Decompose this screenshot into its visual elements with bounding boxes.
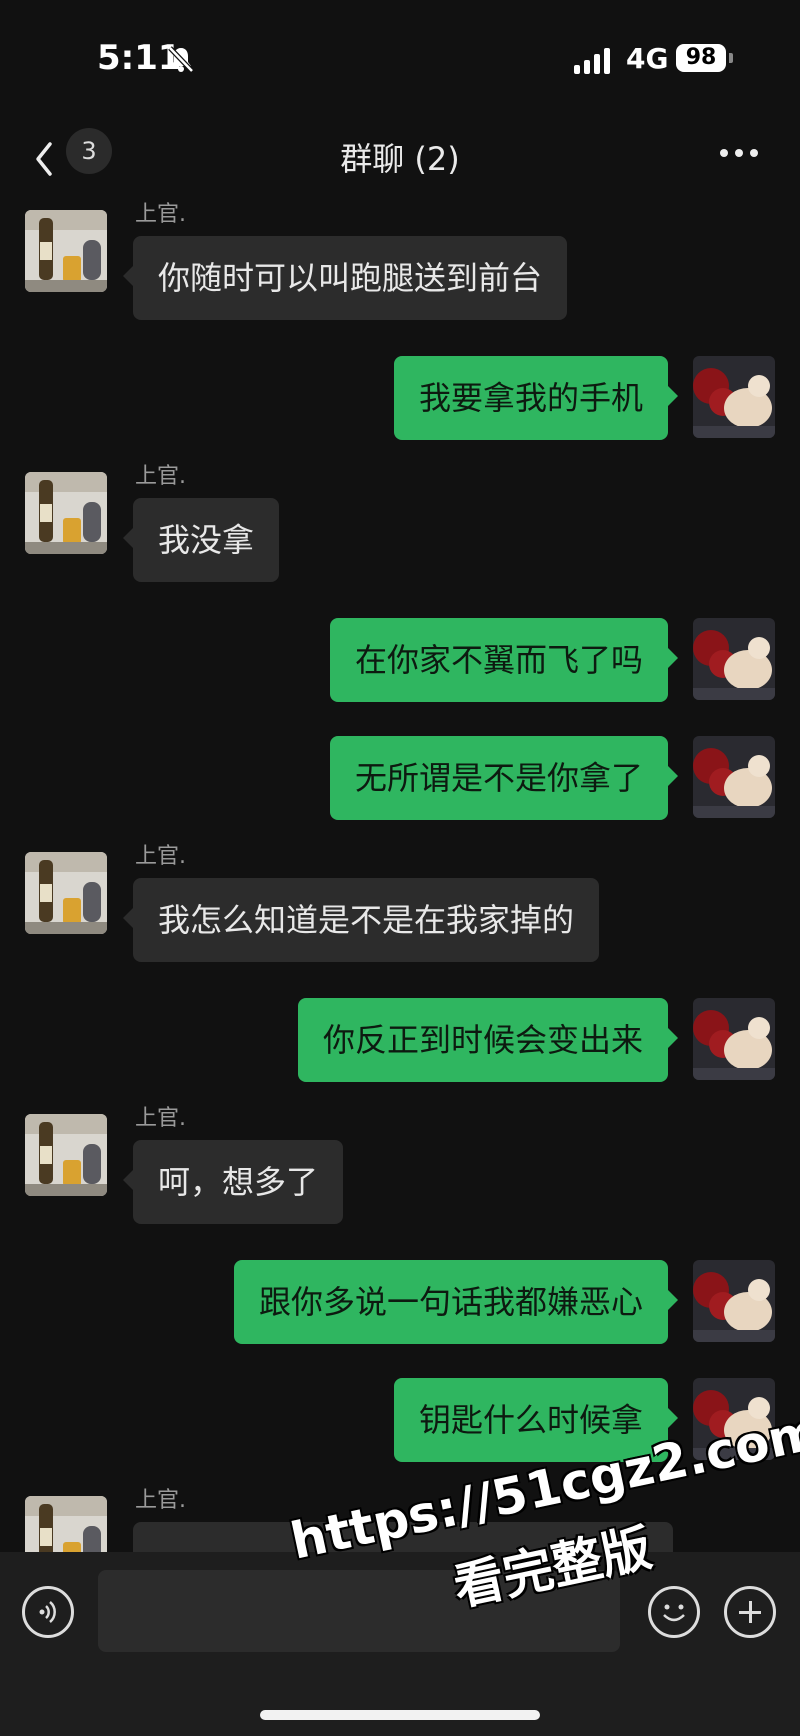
message-bubble-outgoing[interactable]: 无所谓是不是你拿了: [329, 736, 679, 820]
avatar-self[interactable]: [693, 998, 775, 1080]
sender-name: 上官.: [135, 202, 186, 227]
message-bubble-incoming[interactable]: 我没拿: [122, 498, 280, 582]
more-dots-icon[interactable]: [720, 138, 770, 168]
message-bubble-outgoing[interactable]: 我要拿我的手机: [393, 356, 679, 440]
message-bubble-incoming[interactable]: 我怎么知道是不是在我家掉的: [122, 878, 600, 962]
sender-name: 上官.: [135, 1488, 186, 1513]
sender-name: 上官.: [135, 1106, 186, 1131]
avatar-contact[interactable]: [25, 472, 107, 554]
chat-title: 群聊 (2): [340, 140, 460, 178]
message-bubble-incoming[interactable]: 呵，想多了: [122, 1140, 344, 1224]
avatar-self[interactable]: [693, 356, 775, 438]
avatar-contact[interactable]: [25, 1496, 107, 1552]
avatar-self[interactable]: [693, 736, 775, 818]
home-indicator: [260, 1710, 540, 1720]
avatar-self[interactable]: [693, 618, 775, 700]
avatar-contact[interactable]: [25, 1114, 107, 1196]
message-bubble-outgoing[interactable]: 你反正到时候会变出来: [297, 998, 679, 1082]
sender-name: 上官.: [135, 464, 186, 489]
voice-icon[interactable]: [22, 1586, 74, 1638]
avatar-contact[interactable]: [25, 210, 107, 292]
status-bar: 5:11 4G 98: [0, 0, 800, 120]
message-bubble-outgoing[interactable]: 跟你多说一句话我都嫌恶心: [233, 1260, 679, 1344]
battery-tip: [729, 53, 733, 63]
bell-slash-icon: [168, 46, 194, 73]
signal-icon: [574, 46, 610, 74]
message-list[interactable]: 上官. 你随时可以叫跑腿送到前台 我要拿我的手机 上官. 我没拿 在你家不翼而飞…: [0, 200, 800, 1552]
avatar-self[interactable]: [693, 1260, 775, 1342]
battery-indicator: 98: [676, 44, 726, 72]
network-label: 4G: [626, 42, 669, 75]
message-bubble-incoming[interactable]: 你随时可以叫跑腿送到前台: [122, 236, 568, 320]
sender-name: 上官.: [135, 844, 186, 869]
message-bubble-outgoing[interactable]: 在你家不翼而飞了吗: [329, 618, 679, 702]
avatar-contact[interactable]: [25, 852, 107, 934]
